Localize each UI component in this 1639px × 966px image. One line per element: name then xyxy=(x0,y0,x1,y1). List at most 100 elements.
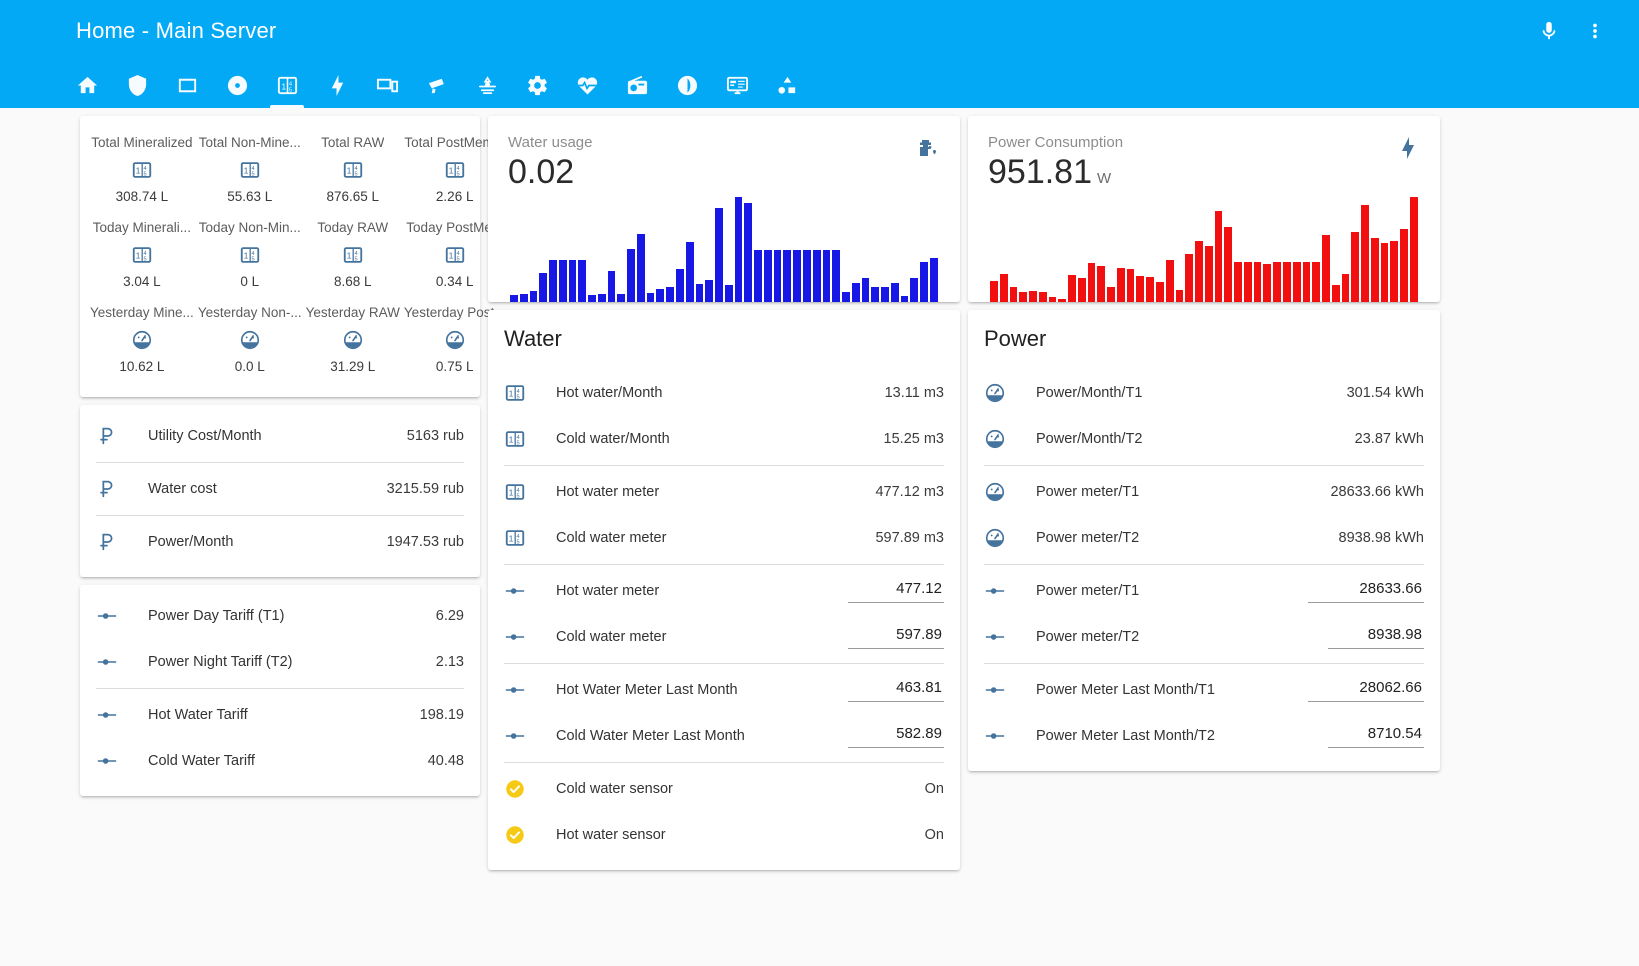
entity-row[interactable]: Hot water meter xyxy=(504,568,944,614)
glance-cell-label: Yesterday Non-... xyxy=(197,305,302,320)
counter-icon: 145 xyxy=(444,242,466,268)
chart-bar xyxy=(734,196,743,302)
entity-row[interactable]: Power Meter Last Month/T1 xyxy=(984,667,1424,713)
glance-cell[interactable]: Total Mineralized 1 4 5 308.74 L xyxy=(88,128,196,211)
entity-row[interactable]: Hot Water Tariff 198.19 xyxy=(96,692,464,738)
entity-row-input[interactable] xyxy=(1308,677,1424,703)
entity-row[interactable]: Power/Month/T1 301.54 kWh xyxy=(984,370,1424,416)
counter-icon: 145 xyxy=(131,157,153,183)
glance-cell[interactable]: Yesterday RAW 31.29 L xyxy=(304,298,402,381)
entity-row-label: Hot Water Meter Last Month xyxy=(556,681,738,698)
chart-bar xyxy=(851,283,860,302)
column-left: Total Mineralized 1 4 5 308.74 L Total Non-Mi… xyxy=(8,116,505,796)
glance-cell[interactable]: Today Non-Min... 1 4 5 0 L xyxy=(196,213,304,296)
chart-bar xyxy=(1087,263,1096,302)
chart-bar xyxy=(1224,227,1233,302)
entity-row[interactable]: 1 4 5 Hot water meter 477.12 m3 xyxy=(504,469,944,515)
svg-text:5: 5 xyxy=(251,257,254,263)
water-usage-sensor-card[interactable]: Water usage 0.02 xyxy=(488,116,960,302)
dashboard-grid: Total Mineralized 1 4 5 308.74 L Total Non-Mi… xyxy=(0,108,1639,966)
currency-rub-icon xyxy=(96,425,136,447)
tab-vacuum[interactable] xyxy=(212,62,262,108)
entity-row-value: On xyxy=(924,780,944,797)
entity-row-value: 5163 rub xyxy=(406,428,464,444)
ray-vertex-icon xyxy=(984,580,1024,602)
entity-row-input[interactable] xyxy=(1328,723,1424,749)
tab-media[interactable] xyxy=(612,62,662,108)
entity-row[interactable]: Power meter/T1 28633.66 kWh xyxy=(984,469,1424,515)
chart-bar xyxy=(1273,262,1281,302)
tab-rooms[interactable] xyxy=(162,62,212,108)
entity-row-label: Power Meter Last Month/T2 xyxy=(1036,727,1215,744)
chart-bar xyxy=(1175,290,1184,302)
entity-row[interactable]: 1 4 5 Cold water meter 597.89 m3 xyxy=(504,515,944,561)
tab-security[interactable] xyxy=(112,62,162,108)
tab-devices[interactable] xyxy=(362,62,412,108)
tab-network[interactable] xyxy=(662,62,712,108)
glance-cell[interactable]: Today RAW 1 4 5 8.68 L xyxy=(304,213,402,296)
entity-row-input[interactable] xyxy=(848,677,944,703)
entity-row[interactable]: Hot water sensor On xyxy=(504,812,944,858)
tab-misc[interactable] xyxy=(762,62,812,108)
entity-row[interactable]: Power Meter Last Month/T2 xyxy=(984,713,1424,759)
dots-vertical-icon[interactable] xyxy=(1577,13,1613,49)
entity-row-input[interactable] xyxy=(848,578,944,604)
entity-row-label: Hot water meter xyxy=(556,582,660,599)
tab-energy[interactable] xyxy=(312,62,362,108)
glance-cell[interactable]: Total RAW 1 4 5 876.65 L xyxy=(304,128,402,211)
tab-settings[interactable] xyxy=(512,62,562,108)
glance-cell[interactable]: Total Non-Mine... 1 4 5 55.63 L xyxy=(196,128,304,211)
entity-row-input[interactable] xyxy=(1308,578,1424,604)
entity-row[interactable]: Power meter/T2 8938.98 kWh xyxy=(984,515,1424,561)
counter-icon: 145 xyxy=(504,481,544,503)
chart-bar xyxy=(1390,241,1399,302)
entity-row[interactable]: 1 4 5 Cold water/Month 15.25 m3 xyxy=(504,416,944,462)
tab-health[interactable] xyxy=(562,62,612,108)
entity-row-value: 3215.59 rub xyxy=(386,481,464,497)
tab-cameras[interactable] xyxy=(412,62,462,108)
chart-bar xyxy=(1292,262,1301,302)
glance-cell[interactable]: Yesterday Mine... 10.62 L xyxy=(88,298,196,381)
entity-row[interactable]: Hot Water Meter Last Month xyxy=(504,667,944,713)
entity-row[interactable]: Power Day Tariff (T1) 6.29 xyxy=(96,593,464,639)
entity-row-input[interactable] xyxy=(848,624,944,650)
entity-row[interactable]: Power Night Tariff (T2) 2.13 xyxy=(96,639,464,685)
svg-text:1: 1 xyxy=(509,388,514,398)
entity-row-value: 40.48 xyxy=(427,753,464,769)
chart-bar xyxy=(695,284,704,302)
entity-row[interactable]: 1 4 5 Hot water/Month 13.11 m3 xyxy=(504,370,944,416)
entity-row-value: 28633.66 kWh xyxy=(1330,483,1424,500)
divider xyxy=(504,464,944,466)
utility-cost-rows: Utility Cost/Month 5163 rub Water cost 3215… xyxy=(80,405,480,577)
entity-row[interactable]: Power/Month/T2 23.87 kWh xyxy=(984,416,1424,462)
glance-cell[interactable]: Today Minerali... 1 4 5 3.04 L xyxy=(88,213,196,296)
microphone-icon[interactable] xyxy=(1531,13,1567,49)
water-usage-value: 0.02 xyxy=(508,153,575,191)
tab-home[interactable] xyxy=(62,62,112,108)
tab-weather[interactable] xyxy=(462,62,512,108)
entity-row-value: On xyxy=(924,826,944,843)
chart-bar xyxy=(822,250,831,302)
glance-cell-value: 55.63 L xyxy=(227,189,273,204)
entity-row[interactable]: Cold Water Meter Last Month xyxy=(504,713,944,759)
entity-row[interactable]: Cold water sensor On xyxy=(504,766,944,812)
power-consumption-sensor-card[interactable]: Power Consumption 951.81 W xyxy=(968,116,1440,302)
entity-row[interactable]: Power/Month 1947.53 rub xyxy=(96,519,464,565)
entity-row-label: Power meter/T2 xyxy=(1036,628,1140,645)
entity-row[interactable]: Power meter/T2 xyxy=(984,614,1424,660)
entity-row[interactable]: Cold water meter xyxy=(504,614,944,660)
tab-meters[interactable]: 145 xyxy=(262,62,312,108)
entity-row-input[interactable] xyxy=(1328,624,1424,650)
chart-bar xyxy=(1029,291,1037,302)
glance-cell-value: 0.34 L xyxy=(435,274,474,289)
entity-row[interactable]: Power meter/T1 xyxy=(984,568,1424,614)
chart-bar xyxy=(1107,286,1115,302)
glance-cell[interactable]: Yesterday Non-... 0.0 L xyxy=(196,298,304,381)
tab-system[interactable] xyxy=(712,62,762,108)
entity-row-value: 15.25 m3 xyxy=(883,430,944,447)
entity-row-input[interactable] xyxy=(848,723,944,749)
entity-row[interactable]: Utility Cost/Month 5163 rub xyxy=(96,413,464,459)
entity-row[interactable]: Water cost 3215.59 rub xyxy=(96,466,464,512)
entity-row[interactable]: Cold Water Tariff 40.48 xyxy=(96,738,464,784)
ray-vertex-icon xyxy=(96,651,136,673)
